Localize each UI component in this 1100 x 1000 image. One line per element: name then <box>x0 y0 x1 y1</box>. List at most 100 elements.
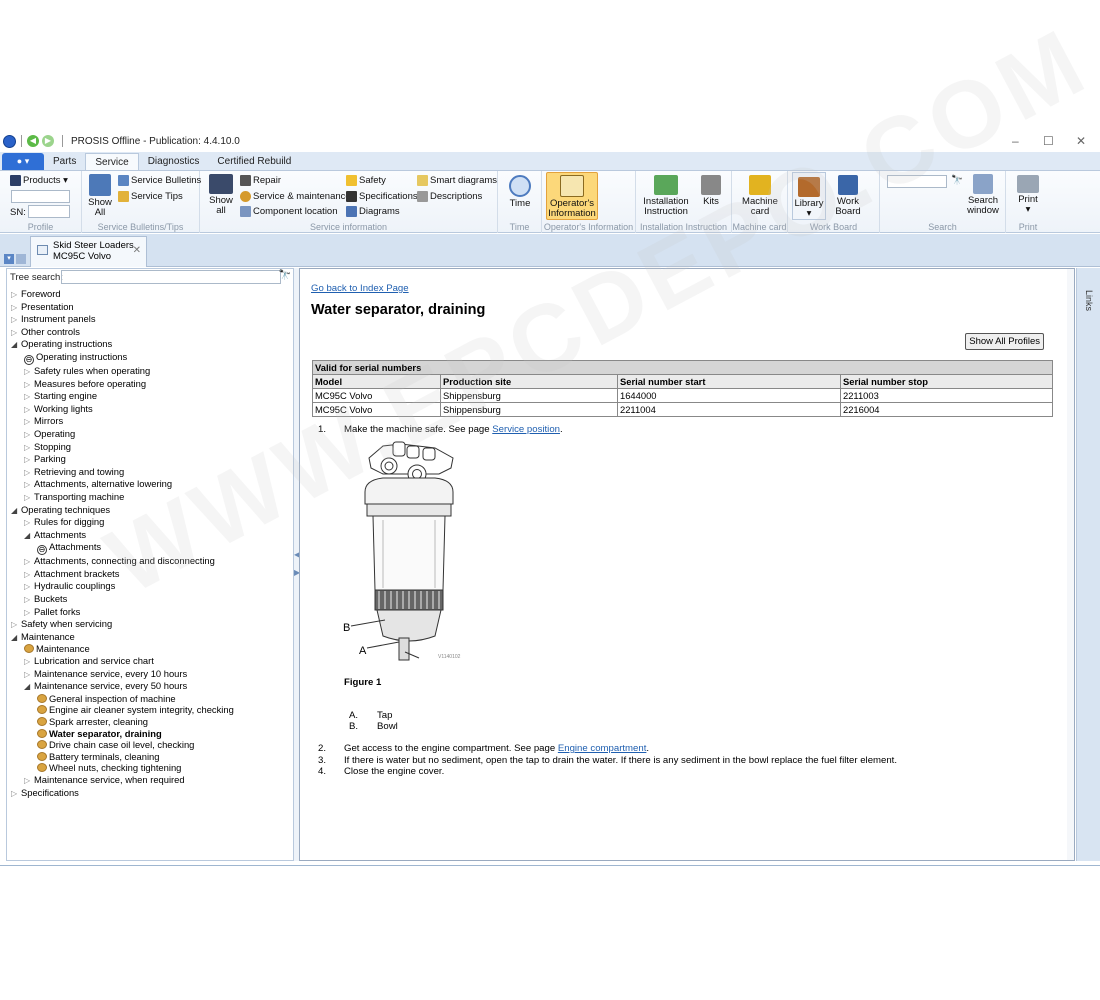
back-to-index-link[interactable]: Go back to Index Page <box>311 283 409 294</box>
tree-node[interactable]: ▷ Attachments, connecting and disconnecti… <box>11 555 291 568</box>
time-button[interactable]: Time <box>504 175 536 209</box>
tree-node[interactable]: ▷ Buckets <box>11 593 291 606</box>
tree-node[interactable]: ◢ Maintenance service, every 50 hours <box>11 680 291 693</box>
minimize-icon[interactable]: – <box>1012 134 1019 148</box>
back-icon[interactable]: ◀ <box>27 135 39 147</box>
engine-compartment-link[interactable]: Engine compartment <box>558 743 647 754</box>
forward-icon[interactable]: ▶ <box>42 135 54 147</box>
machine-card-button[interactable]: Machine card <box>738 175 782 217</box>
expand-arrow-icon[interactable]: ▷ <box>24 442 34 454</box>
expand-arrow-icon[interactable]: ▷ <box>24 669 34 681</box>
document-circle-icon[interactable]: ⊖ <box>37 545 47 556</box>
expand-arrow-icon[interactable]: ▷ <box>11 289 21 301</box>
tree-node[interactable]: Drive chain case oil level, checking <box>11 739 291 751</box>
expand-arrow-icon[interactable]: ▷ <box>24 607 34 619</box>
tree-node[interactable]: ◢ Operating instructions <box>11 338 291 351</box>
tree-node[interactable]: ▷ Transporting machine <box>11 491 291 504</box>
maintenance-doc-icon[interactable] <box>37 705 47 715</box>
tree-node[interactable]: ▷ Pallet forks <box>11 606 291 619</box>
vertical-scrollbar[interactable] <box>1067 269 1074 860</box>
expand-arrow-icon[interactable]: ▷ <box>24 775 34 787</box>
show-all-service-button[interactable]: Show all <box>206 174 236 216</box>
expand-arrow-icon[interactable]: ▷ <box>24 556 34 568</box>
tree-node[interactable]: ▷ Maintenance service, every 10 hours <box>11 668 291 681</box>
show-all-bulletins-button[interactable]: Show All <box>85 174 115 218</box>
app-menu-button[interactable]: ● ▾ <box>2 153 44 170</box>
expand-arrow-icon[interactable]: ▷ <box>24 569 34 581</box>
print-button[interactable]: Print ▾ <box>1012 175 1044 215</box>
document-tab[interactable]: Skid Steer Loaders MC95C Volvo ✕ <box>30 236 147 267</box>
tree-node[interactable]: ▷ Stopping <box>11 441 291 454</box>
descriptions-button[interactable]: Descriptions <box>417 191 482 202</box>
expand-arrow-icon[interactable]: ▷ <box>11 788 21 800</box>
expand-arrow-icon[interactable]: ▷ <box>24 404 34 416</box>
expand-arrow-icon[interactable]: ▷ <box>24 429 34 441</box>
sn-input[interactable] <box>28 205 70 218</box>
collapse-arrow-icon[interactable]: ◢ <box>24 681 34 693</box>
tree-node[interactable]: ▷ Hydraulic couplings <box>11 580 291 593</box>
expand-arrow-icon[interactable]: ▷ <box>24 416 34 428</box>
expand-arrow-icon[interactable]: ▷ <box>11 327 21 339</box>
maintenance-doc-icon[interactable] <box>37 693 47 703</box>
maintenance-doc-icon[interactable] <box>24 644 34 654</box>
work-board-button[interactable]: Work Board <box>830 175 866 217</box>
tree-node[interactable]: ▷ Operating <box>11 428 291 441</box>
close-icon[interactable]: ✕ <box>1076 134 1086 148</box>
expand-arrow-icon[interactable]: ▷ <box>24 581 34 593</box>
maintenance-doc-icon[interactable] <box>37 751 47 761</box>
tab-certified-rebuild[interactable]: Certified Rebuild <box>208 153 300 170</box>
expand-arrow-icon[interactable]: ▷ <box>11 619 21 631</box>
search-window-button[interactable]: Search window <box>964 174 1002 216</box>
tree-node[interactable]: ▷ Presentation <box>11 301 291 314</box>
show-all-profiles-button[interactable]: Show All Profiles <box>965 333 1044 350</box>
tab-list-icon[interactable] <box>16 254 26 264</box>
tree-node[interactable]: ⊖ Attachments <box>11 541 291 556</box>
tree-node[interactable]: Maintenance <box>11 643 291 655</box>
library-button[interactable]: Library ▾ <box>792 172 826 220</box>
close-tab-icon[interactable]: ✕ <box>133 245 141 256</box>
binoculars-icon[interactable]: 🔭 <box>951 175 963 186</box>
maximize-icon[interactable]: ☐ <box>1043 134 1054 148</box>
expand-arrow-icon[interactable]: ▷ <box>24 594 34 606</box>
service-bulletins-button[interactable]: Service Bulletins <box>118 175 201 186</box>
collapse-arrow-icon[interactable]: ◢ <box>11 505 21 517</box>
tree-search-input[interactable] <box>61 270 281 284</box>
expand-arrow-icon[interactable]: ▷ <box>11 314 21 326</box>
operators-information-button[interactable]: Operator's Information <box>546 172 598 220</box>
tree-node[interactable]: ▷ Other controls <box>11 326 291 339</box>
expand-arrow-icon[interactable]: ▷ <box>24 391 34 403</box>
tree-node[interactable]: ▷ Maintenance service, when required <box>11 774 291 787</box>
tree-node[interactable]: ▷ Attachments, alternative lowering <box>11 478 291 491</box>
repair-button[interactable]: Repair <box>240 175 281 186</box>
specifications-button[interactable]: Specifications <box>346 191 418 202</box>
collapse-arrow-icon[interactable]: ◢ <box>11 632 21 644</box>
kits-button[interactable]: Kits <box>696 175 726 207</box>
tree-node[interactable]: Wheel nuts, checking tightening <box>11 762 291 774</box>
tab-diagnostics[interactable]: Diagnostics <box>139 153 209 170</box>
tree-node[interactable]: Spark arrester, cleaning <box>11 716 291 728</box>
tree-node[interactable]: ▷ Mirrors <box>11 415 291 428</box>
tree-node[interactable]: General inspection of machine <box>11 693 291 705</box>
maintenance-doc-icon[interactable] <box>37 728 47 738</box>
tree-node[interactable]: ▷ Safety rules when operating <box>11 365 291 378</box>
tree-node[interactable]: ▷ Specifications <box>11 787 291 800</box>
tree-node[interactable]: ▷ Safety when servicing <box>11 618 291 631</box>
expand-arrow-icon[interactable]: ▷ <box>24 656 34 668</box>
app-logo-icon[interactable] <box>3 134 16 148</box>
tree-node[interactable]: ▷ Rules for digging <box>11 516 291 529</box>
smart-diagrams-button[interactable]: Smart diagrams <box>417 175 497 186</box>
tree-node[interactable]: ◢ Maintenance <box>11 631 291 644</box>
tree-node[interactable]: ▷ Working lights <box>11 403 291 416</box>
tab-dropdown-icon[interactable]: ▾ <box>4 254 14 264</box>
service-maintenance-button[interactable]: Service & maintenance <box>240 191 351 202</box>
tree-node[interactable]: ▷ Retrieving and towing <box>11 466 291 479</box>
products-dropdown[interactable]: Products ▾ <box>10 175 68 186</box>
tree-node[interactable]: ⊖ Operating instructions <box>11 351 291 365</box>
tree-node[interactable]: ▷ Measures before operating <box>11 378 291 391</box>
maintenance-doc-icon[interactable] <box>37 717 47 726</box>
installation-instruction-button[interactable]: Installation Instruction <box>640 175 692 217</box>
expand-arrow-icon[interactable]: ▷ <box>24 366 34 378</box>
links-sidebar[interactable]: Links <box>1076 268 1100 861</box>
tree-node[interactable]: ▷ Parking <box>11 453 291 466</box>
collapse-arrow-icon[interactable]: ◢ <box>24 530 34 542</box>
